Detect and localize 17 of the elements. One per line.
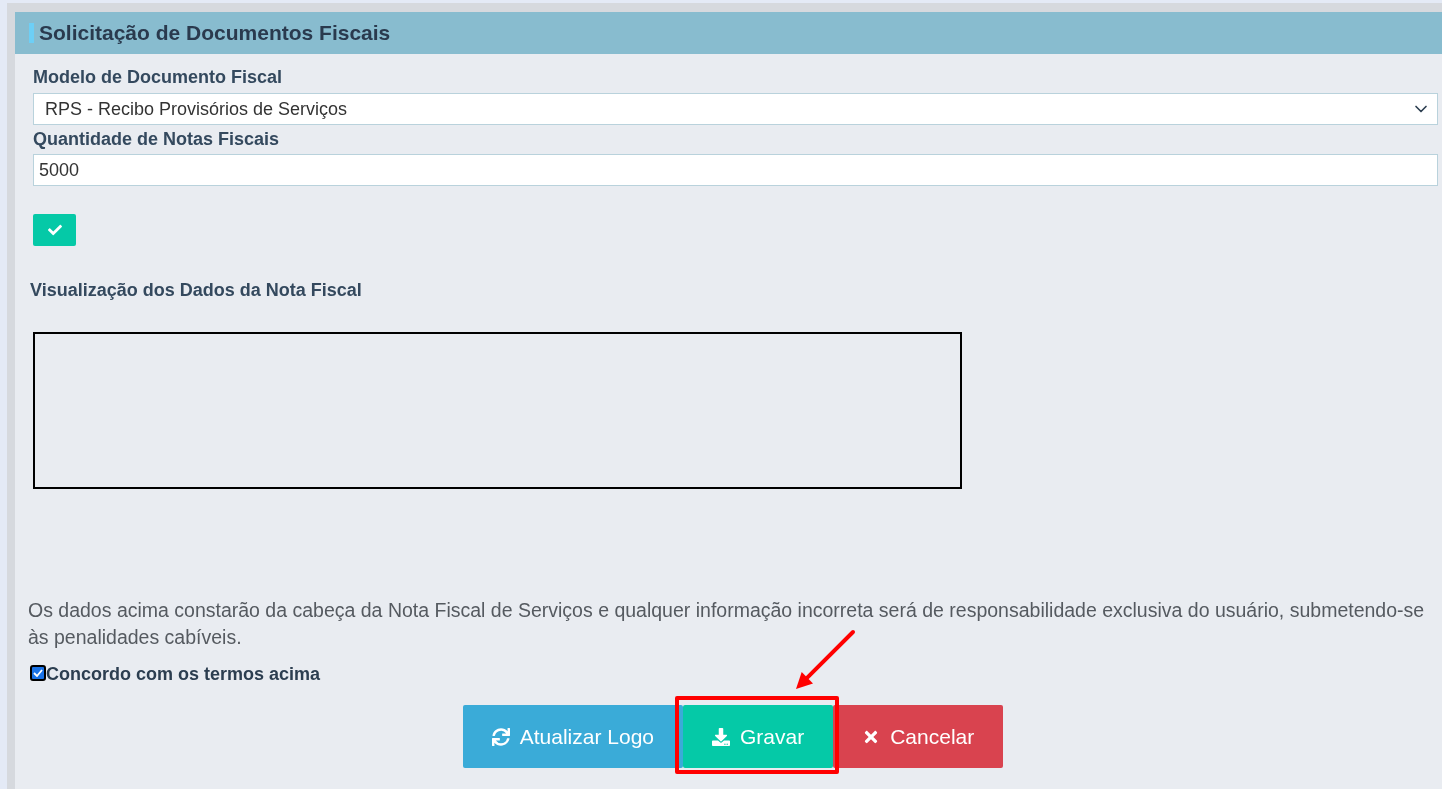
checkmark-icon <box>33 668 43 677</box>
preview-heading: Visualização dos Dados da Nota Fiscal <box>30 279 362 301</box>
download-icon <box>712 727 730 746</box>
notice-text: Os dados acima constarão da cabeça da Nota Fiscal de Serviços e qualquer informação incorreta será de responsabilidade exclusiva do usuário, submetendo-se às penalidades cabíveis. <box>28 598 1426 650</box>
refresh-button[interactable]: Atualizar Logo <box>462 705 683 768</box>
agreement-checkbox[interactable] <box>30 664 46 681</box>
accent-bar <box>29 23 34 43</box>
input-field[interactable]: 5000 <box>33 154 1438 186</box>
panel-title: Solicitação de Documentos Fiscais <box>39 20 391 47</box>
arrow <box>796 630 855 689</box>
field-label: Quantidade de Notas Fiscais <box>33 128 280 150</box>
check-icon <box>47 223 62 237</box>
select-field[interactable]: RPS - Recibo Provisórios de Serviços <box>33 93 1438 125</box>
field-label: Modelo de Documento Fiscal <box>33 66 283 88</box>
agreement-label: Concordo com os termos acima <box>46 662 321 686</box>
refresh-icon <box>491 727 510 746</box>
cancel-button[interactable]: Cancelar <box>833 705 1004 768</box>
